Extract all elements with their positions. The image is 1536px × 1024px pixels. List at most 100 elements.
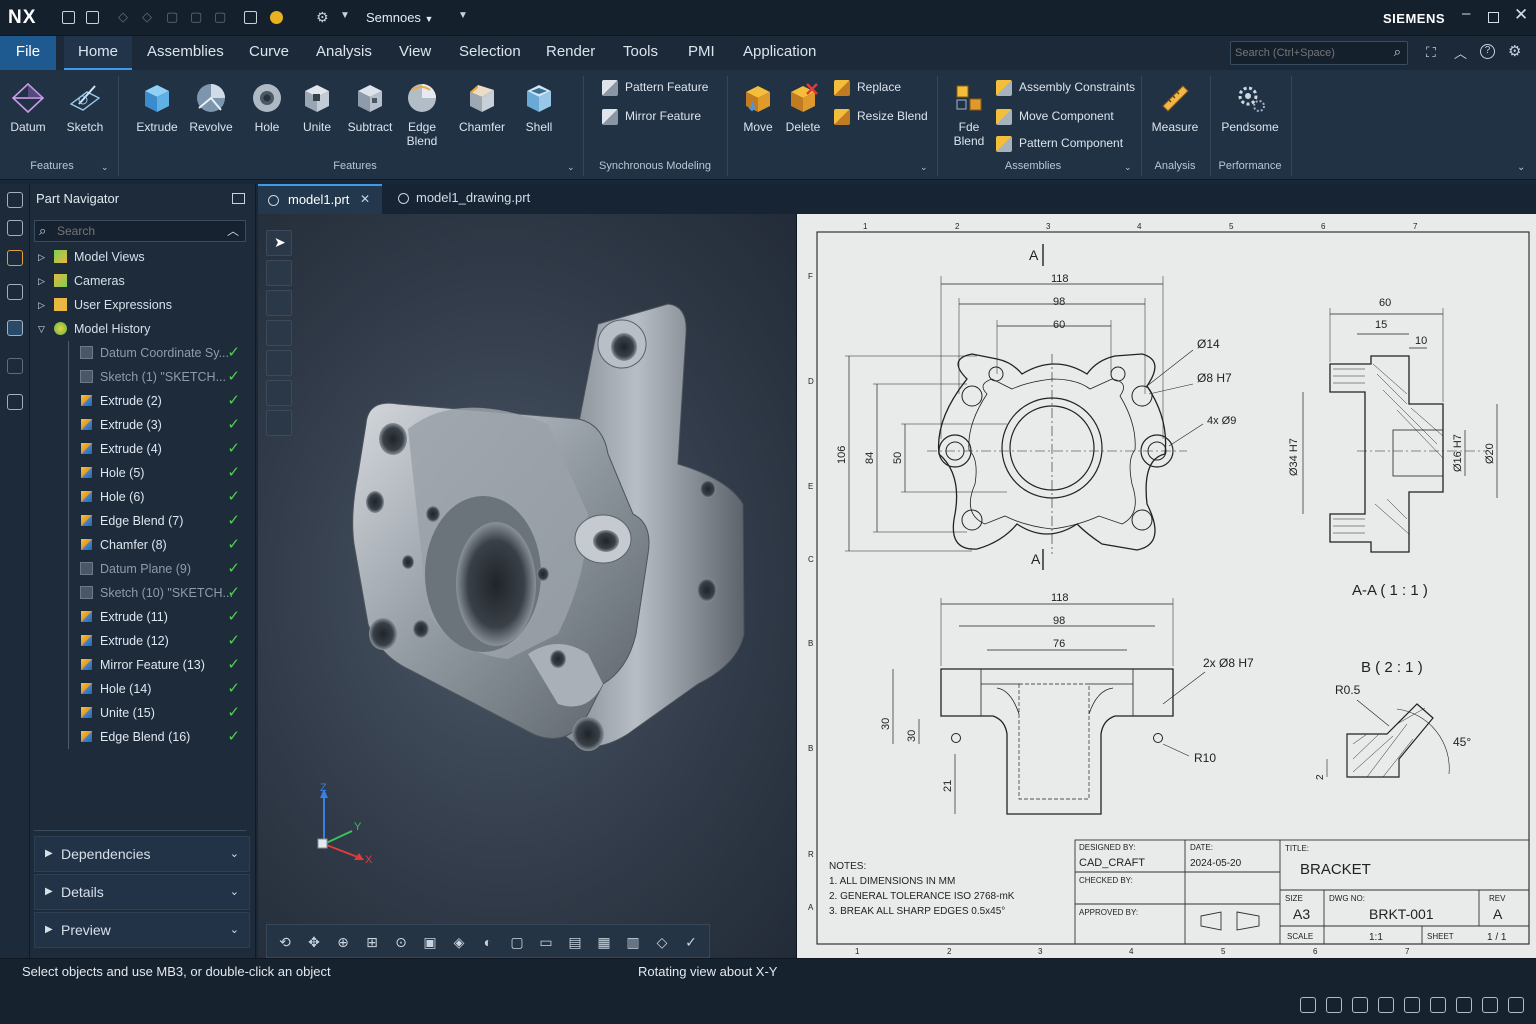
- snap-center-icon[interactable]: [1352, 997, 1368, 1013]
- tree-node-model-views[interactable]: ▷ Model Views: [30, 245, 254, 269]
- datum-button[interactable]: Datum: [6, 80, 50, 134]
- help-icon[interactable]: ?: [1480, 44, 1495, 59]
- part-navigator-icon[interactable]: [7, 250, 23, 266]
- tab-view[interactable]: View: [396, 36, 434, 70]
- search-icon[interactable]: ⌕: [1394, 44, 1401, 60]
- snap-tangent-icon[interactable]: [1456, 997, 1472, 1013]
- layer-icon[interactable]: ▤: [563, 931, 587, 953]
- collapse-icon[interactable]: ▽: [38, 317, 45, 341]
- expand-icon[interactable]: ▷: [38, 269, 45, 293]
- filter-icon[interactable]: ▦: [592, 931, 616, 953]
- history-feature-row[interactable]: Extrude (3) ✓: [30, 413, 254, 437]
- snap-view-icon[interactable]: ▣: [418, 931, 442, 953]
- touch-mode-icon[interactable]: [270, 11, 283, 24]
- hole-button[interactable]: Hole: [244, 80, 290, 134]
- history-feature-row[interactable]: Sketch (10) "SKETCH... ✓: [30, 581, 254, 605]
- history-feature-row[interactable]: Extrude (2) ✓: [30, 389, 254, 413]
- history-feature-row[interactable]: Datum Plane (9) ✓: [30, 557, 254, 581]
- pan-icon[interactable]: ✥: [302, 931, 326, 953]
- snap-mid-icon[interactable]: [1326, 997, 1342, 1013]
- navigator-search[interactable]: ⌕ ︿: [34, 220, 246, 242]
- customize-chevron-icon[interactable]: ▼: [458, 10, 468, 21]
- collapse-ribbon-icon[interactable]: ︿: [1454, 43, 1467, 62]
- snap-intersect-icon[interactable]: [1430, 997, 1446, 1013]
- unite-button[interactable]: Unite: [294, 80, 340, 134]
- history-feature-row[interactable]: Hole (14) ✓: [30, 677, 254, 701]
- save-icon[interactable]: [62, 11, 75, 24]
- window-icon[interactable]: [244, 11, 257, 24]
- zoom-icon[interactable]: ⊕: [331, 931, 355, 953]
- tab-application[interactable]: Application: [740, 36, 819, 70]
- preview-panel[interactable]: ▶ Preview ⌄: [34, 912, 250, 948]
- history-feature-row[interactable]: Unite (15) ✓: [30, 701, 254, 725]
- settings-icon[interactable]: ⚙: [1508, 42, 1521, 60]
- wireframe-icon[interactable]: ▢: [505, 931, 529, 953]
- gear-icon[interactable]: ⚙: [316, 9, 329, 26]
- history-icon[interactable]: [7, 358, 23, 374]
- drawing-sheet[interactable]: 11223344556677 FDECBBRA A A 118 98 60 10…: [796, 214, 1536, 958]
- measure-button[interactable]: Measure: [1150, 80, 1200, 134]
- graphics-window[interactable]: ➤ Z Y X ⟲ ✥ ⊕ ⊞ ⊙ ▣ ◈ ◐ ▢ ▭ ▤ ▦ ▥ ◇ ✓: [258, 214, 796, 958]
- chamfer-button[interactable]: Chamfer: [456, 80, 508, 134]
- pattern-feature-button[interactable]: Pattern Feature: [602, 80, 708, 96]
- history-feature-row[interactable]: Extrude (12) ✓: [30, 629, 254, 653]
- sync-group-chevron-icon[interactable]: ⌄: [920, 162, 928, 173]
- tab-model1-drawing-prt[interactable]: model1_drawing.prt: [386, 184, 546, 214]
- tab-assemblies[interactable]: Assemblies: [144, 36, 227, 70]
- minimize-button[interactable]: –: [1462, 5, 1470, 22]
- history-feature-row[interactable]: Mirror Feature (13) ✓: [30, 653, 254, 677]
- assemblies-group-chevron-icon[interactable]: ⌄: [1124, 162, 1132, 173]
- navigator-pin-icon[interactable]: [232, 193, 245, 204]
- mirror-feature-button[interactable]: Mirror Feature: [602, 109, 701, 125]
- subtract-button[interactable]: Subtract: [344, 80, 396, 134]
- command-search[interactable]: ⌕: [1230, 41, 1408, 65]
- undo-icon[interactable]: ◇: [118, 9, 128, 25]
- ribbon-options-chevron-icon[interactable]: ⌄: [1517, 162, 1525, 173]
- dependencies-panel[interactable]: ▶ Dependencies ⌄: [34, 836, 250, 872]
- constraint-navigator-icon[interactable]: [7, 284, 23, 300]
- render-style-icon[interactable]: ◈: [447, 931, 471, 953]
- navigator-search-collapse-icon[interactable]: ︿: [227, 222, 239, 239]
- history-feature-row[interactable]: Chamfer (8) ✓: [30, 533, 254, 557]
- snap-end-icon[interactable]: [1300, 997, 1316, 1013]
- save-as-icon[interactable]: [86, 11, 99, 24]
- fit-icon[interactable]: ⊞: [360, 931, 384, 953]
- history-feature-row[interactable]: Extrude (4) ✓: [30, 437, 254, 461]
- assembly-navigator-icon[interactable]: [7, 220, 23, 236]
- move-button[interactable]: Move: [738, 80, 778, 134]
- snap-grid-icon[interactable]: [1508, 997, 1524, 1013]
- navigator-search-input[interactable]: [57, 223, 217, 239]
- delete-face-button[interactable]: Delete: [782, 80, 824, 134]
- reuse-library-icon[interactable]: [7, 320, 23, 336]
- assembly-constraints-button[interactable]: Assembly Constraints: [996, 80, 1135, 96]
- features-group2-chevron-icon[interactable]: ⌄: [567, 162, 575, 173]
- section-icon[interactable]: ▭: [534, 931, 558, 953]
- expand-icon[interactable]: ▷: [38, 293, 45, 317]
- history-feature-row[interactable]: Hole (5) ✓: [30, 461, 254, 485]
- snap-point-icon[interactable]: [1404, 997, 1420, 1013]
- orient-icon[interactable]: ⊙: [389, 931, 413, 953]
- tab-home[interactable]: Home: [64, 36, 132, 70]
- pattern-component-button[interactable]: Pattern Component: [996, 136, 1123, 152]
- history-feature-row[interactable]: Datum Coordinate Sy... ✓: [30, 341, 254, 365]
- measure-icon[interactable]: ▥: [621, 931, 645, 953]
- history-feature-row[interactable]: Edge Blend (16) ✓: [30, 725, 254, 749]
- tab-curve[interactable]: Curve: [246, 36, 292, 70]
- snap-face-icon[interactable]: [1482, 997, 1498, 1013]
- maximize-button[interactable]: [1488, 12, 1499, 23]
- tab-selection[interactable]: Selection: [456, 36, 524, 70]
- tab-tools[interactable]: Tools: [620, 36, 661, 70]
- tab-close-icon[interactable]: ✕: [360, 192, 370, 206]
- tab-pmi[interactable]: PMI: [685, 36, 718, 70]
- sketch-icon[interactable]: ✓: [679, 931, 703, 953]
- tab-render[interactable]: Render: [543, 36, 598, 70]
- sketch-button[interactable]: Sketch: [62, 80, 108, 134]
- tree-node-model-history[interactable]: ▽ Model History: [30, 317, 254, 341]
- history-feature-row[interactable]: Edge Blend (7) ✓: [30, 509, 254, 533]
- snap-quadrant-icon[interactable]: [1378, 997, 1394, 1013]
- tab-model1-prt[interactable]: model1.prt ✕: [258, 184, 382, 214]
- roles-icon[interactable]: [7, 394, 23, 410]
- features-group1-chevron-icon[interactable]: ⌄: [101, 162, 109, 173]
- expand-icon[interactable]: ▷: [38, 245, 45, 269]
- command-search-input[interactable]: [1235, 44, 1383, 62]
